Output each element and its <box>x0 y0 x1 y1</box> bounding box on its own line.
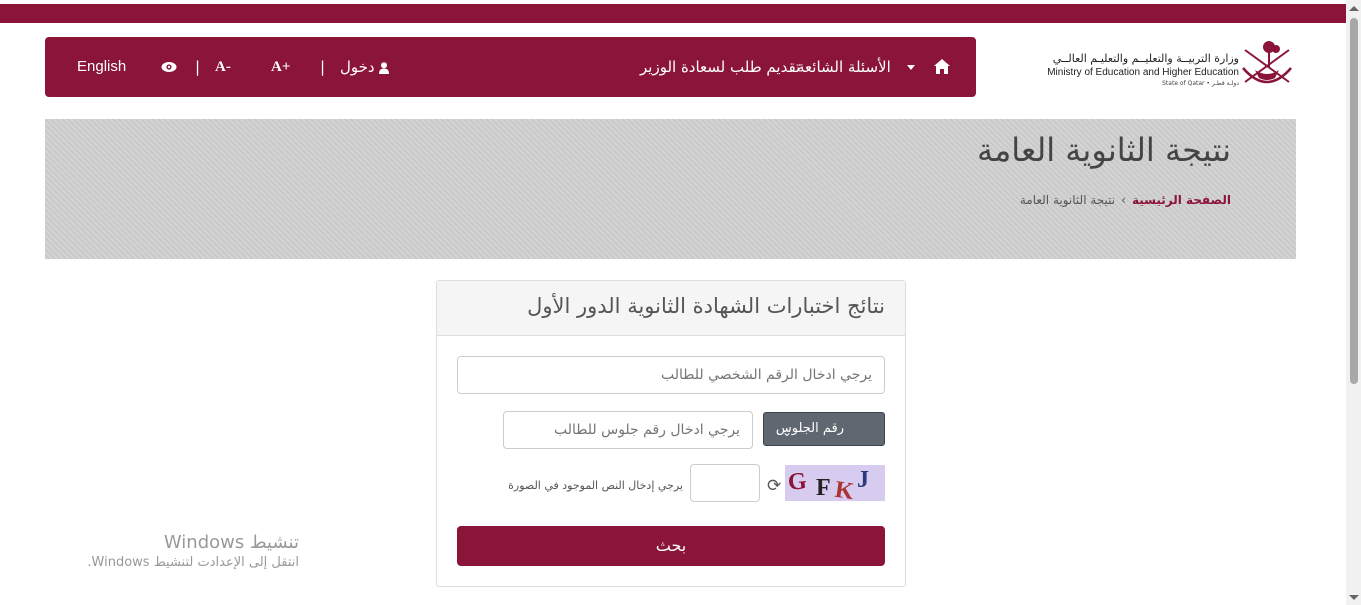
logo-english-text: Ministry of Education and Higher Educati… <box>1047 67 1239 78</box>
nav-separator: | <box>320 58 326 76</box>
top-brand-stripe <box>0 4 1346 23</box>
watermark-title: تنشيط Windows <box>163 532 299 553</box>
page-banner: نتيجة الثانوية العامة الصفحة الرئيسية › نت… <box>45 119 1296 259</box>
page-title: نتيجة الثانوية العامة <box>976 131 1231 169</box>
breadcrumb-separator: › <box>1121 193 1126 207</box>
faq-link[interactable]: الأسئلة الشائعة <box>797 37 891 97</box>
captcha-letter: K <box>833 476 856 506</box>
nav-separator: | <box>195 58 201 76</box>
minister-request-link[interactable]: تقديم طلب لسعادة الوزير <box>640 37 800 97</box>
home-icon[interactable] <box>933 37 951 97</box>
breadcrumb-current: نتيجة الثانوية العامة <box>1019 193 1116 207</box>
font-increase-button[interactable]: A+ <box>271 37 290 97</box>
seat-number-input[interactable] <box>503 411 753 449</box>
card-title: نتائج اختبارات الشهادة الثانوية الدور ال… <box>527 294 885 318</box>
captcha-letter: G <box>786 468 808 496</box>
card-header: نتائج اختبارات الشهادة الثانوية الدور ال… <box>437 281 905 336</box>
seat-type-dropdown[interactable]: رقم الجلوس ⌄ <box>763 412 885 446</box>
personal-id-input[interactable] <box>457 356 885 394</box>
scroll-down-arrow-icon[interactable] <box>1349 595 1359 600</box>
watermark-subtitle: انتقل إلى الإعدادت لتنشيط Windows. <box>87 555 299 570</box>
chevron-down-icon[interactable] <box>907 37 915 97</box>
qatar-emblem-icon <box>1242 41 1292 84</box>
breadcrumb-home-link[interactable]: الصفحة الرئيسية <box>1132 193 1231 207</box>
captcha-letter: F <box>816 475 831 501</box>
eye-icon[interactable] <box>161 37 177 97</box>
captcha-input[interactable] <box>690 464 760 502</box>
captcha-image: G F K J <box>785 465 885 505</box>
windows-activation-watermark: تنشيط Windows انتقل إلى الإعدادت لتنشيط … <box>62 532 299 570</box>
refresh-icon[interactable]: ⟳ <box>767 476 781 496</box>
user-icon <box>379 61 390 74</box>
logo-state-text: State of Qatar • دولـة قطـر <box>1162 80 1239 87</box>
results-search-card: نتائج اختبارات الشهادة الثانوية الدور ال… <box>436 280 906 587</box>
chevron-down-icon: ⌄ <box>782 425 793 439</box>
main-navbar: English | A- A+ | دخول تقديم طلب لسعادة … <box>45 37 976 97</box>
logo-arabic-text: وزارة التربيــة والتعليــم والتعليـم الع… <box>1052 52 1239 65</box>
language-switch-link[interactable]: English <box>77 37 126 97</box>
scrollbar-thumb[interactable] <box>1350 18 1358 384</box>
breadcrumb: الصفحة الرئيسية › نتيجة الثانوية العامة <box>1020 193 1231 207</box>
font-decrease-button[interactable]: A- <box>215 37 231 97</box>
scroll-up-arrow-icon[interactable] <box>1349 6 1359 11</box>
ministry-logo[interactable]: وزارة التربيــة والتعليــم والتعليـم الع… <box>1030 38 1295 92</box>
captcha-letter: J <box>857 467 869 493</box>
login-label: دخول <box>340 58 375 76</box>
captcha-hint: يرجي إدخال النص الموجود في الصورة <box>508 479 683 492</box>
search-button[interactable]: بحث <box>457 526 885 566</box>
login-link[interactable]: دخول <box>340 37 390 97</box>
